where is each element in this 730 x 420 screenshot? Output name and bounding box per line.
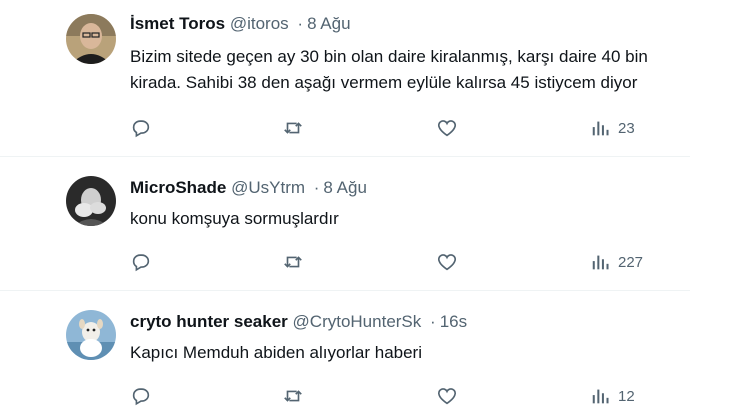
retweet-button[interactable]: [282, 250, 304, 274]
like-icon: [437, 120, 457, 137]
avatar[interactable]: [66, 310, 116, 360]
author-handle[interactable]: @CrytoHunterSk: [293, 312, 422, 331]
avatar[interactable]: [66, 14, 116, 64]
reply-icon: [132, 120, 150, 138]
views-button[interactable]: 227: [590, 250, 643, 274]
tweet-time[interactable]: 16s: [440, 312, 467, 331]
tweet-actions: 23: [130, 116, 690, 140]
views-button[interactable]: 12: [590, 384, 635, 408]
tweet-header: İsmet Toros @itoros · 8 Ağu: [130, 14, 351, 34]
views-count: 23: [618, 119, 635, 137]
tweet-actions: 227: [130, 250, 690, 274]
reply-button[interactable]: [130, 250, 152, 274]
divider: [0, 290, 690, 291]
reply-button[interactable]: [130, 384, 152, 408]
views-icon: [592, 255, 609, 270]
author-handle[interactable]: @UsYtrm: [231, 178, 305, 197]
retweet-icon: [284, 390, 302, 402]
author-name[interactable]: cryto hunter seaker: [130, 312, 288, 331]
separator-dot: ·: [430, 312, 436, 331]
retweet-button[interactable]: [282, 116, 304, 140]
views-count: 12: [618, 387, 635, 405]
tweet-time[interactable]: 8 Ağu: [323, 178, 367, 197]
like-button[interactable]: [436, 250, 458, 274]
retweet-icon: [284, 122, 302, 134]
like-icon: [437, 388, 457, 405]
tweet-time[interactable]: 8 Ağu: [307, 14, 351, 33]
like-button[interactable]: [436, 116, 458, 140]
tweet-actions: 12: [130, 384, 690, 408]
separator-dot: ·: [297, 14, 304, 33]
reply-icon: [132, 254, 150, 272]
tweet-text: konu komşuya sormuşlardır: [130, 209, 339, 228]
divider: [0, 156, 690, 157]
like-button[interactable]: [436, 384, 458, 408]
tweet-header: cryto hunter seaker @CrytoHunterSk · 16s: [130, 312, 467, 332]
retweet-button[interactable]: [282, 384, 304, 408]
reply-icon: [132, 388, 150, 406]
retweet-icon: [284, 256, 302, 268]
views-count: 227: [618, 253, 644, 271]
views-icon: [592, 121, 609, 136]
separator-dot: ·: [313, 178, 320, 197]
reply-button[interactable]: [130, 116, 152, 140]
tweet-text: Kapıcı Memduh abiden alıyorlar haberi: [130, 343, 422, 362]
author-handle[interactable]: @itoros: [230, 14, 289, 33]
tweet-text: Bizim sitede geçen ay 30 bin olan daire …: [130, 47, 653, 92]
tweet-header: MicroShade @UsYtrm · 8 Ağu: [130, 178, 367, 198]
avatar[interactable]: [66, 176, 116, 226]
views-button[interactable]: 23: [590, 116, 635, 140]
author-name[interactable]: İsmet Toros: [130, 14, 225, 33]
views-icon: [592, 389, 609, 404]
like-icon: [437, 254, 457, 271]
author-name[interactable]: MicroShade: [130, 178, 226, 197]
